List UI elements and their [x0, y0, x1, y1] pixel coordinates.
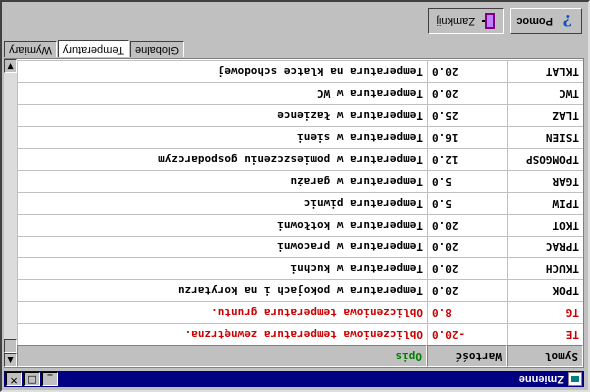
cell-description[interactable]: Temperatura w garażu — [17, 169, 427, 192]
cell-description[interactable]: Obliczeniowa temperatura zewnętrzna. — [17, 323, 427, 345]
scroll-up-arrow-icon[interactable]: ▲ — [4, 353, 17, 367]
help-label: Pomoc — [516, 15, 553, 27]
cell-value[interactable]: 5.0 — [427, 191, 507, 214]
cell-symbol[interactable]: TWC — [507, 82, 583, 105]
table-row[interactable]: TKLAT 20.0 Temperatura na klatce schodowej — [17, 60, 583, 83]
scroll-down-arrow-icon[interactable]: ▼ — [4, 59, 17, 73]
table-row[interactable]: TSIEN 16.0 Temperatura w sieni — [17, 126, 583, 148]
cell-symbol[interactable]: TPIW — [507, 191, 583, 214]
cell-value[interactable]: -20.0 — [427, 323, 507, 345]
app-icon[interactable] — [568, 372, 582, 386]
cell-description[interactable]: Temperatura w pokojach i na korytarzu — [17, 279, 427, 302]
tab-temperatury[interactable]: Temperatury — [57, 40, 129, 57]
cell-value[interactable]: 12.0 — [427, 147, 507, 170]
table-row[interactable]: TKOT 20.0 Temperatura w kotłowni — [17, 213, 583, 236]
cell-value[interactable]: 20.0 — [427, 235, 507, 258]
title-bar[interactable]: Zmienne _ □ ✕ — [4, 371, 584, 387]
vertical-scrollbar[interactable]: ▲ ▼ — [4, 59, 17, 367]
cell-symbol[interactable]: TPRAC — [507, 235, 583, 258]
cell-description[interactable]: Temperatura w łazience — [17, 104, 427, 127]
help-icon: ? — [559, 11, 575, 30]
bottom-toolbar: ? Pomoc Zamknij — [4, 4, 584, 38]
cell-description[interactable]: Temperatura w sieni — [17, 126, 427, 148]
grid-rows: TE -20.0 Obliczeniowa temperatura zewnętrz… — [17, 60, 583, 345]
cell-value[interactable]: 20.0 — [427, 257, 507, 280]
column-header-value[interactable]: Wartość — [427, 345, 507, 367]
cell-description[interactable]: Temperatura w kuchni — [17, 257, 427, 280]
cell-value[interactable]: 16.0 — [427, 126, 507, 148]
cell-symbol[interactable]: TE — [507, 323, 583, 345]
table-row[interactable]: TPOMGOSP 12.0 Temperatura w pomieszczeniu … — [17, 147, 583, 170]
cell-value[interactable]: 25.0 — [427, 104, 507, 127]
table-row[interactable]: TE -20.0 Obliczeniowa temperatura zewnętrz… — [17, 323, 583, 345]
cell-value[interactable]: 20.0 — [427, 279, 507, 302]
tab-wymiary[interactable]: Wymiary — [4, 41, 57, 57]
cell-description[interactable]: Obliczeniowa temperatura gruntu. — [17, 301, 427, 324]
close-button[interactable]: Zamknij — [428, 8, 504, 34]
cell-symbol[interactable]: TLAZ — [507, 104, 583, 127]
table-row[interactable]: TPRAC 20.0 Temperatura w pracowni — [17, 235, 583, 258]
cell-value[interactable]: 5.0 — [427, 169, 507, 192]
cell-value[interactable]: 20.0 — [427, 60, 507, 83]
cell-description[interactable]: Temperatura w WC — [17, 82, 427, 105]
cell-symbol[interactable]: TPOMGOSP — [507, 147, 583, 170]
minimize-button[interactable]: _ — [42, 372, 58, 386]
table-row[interactable]: TPOK 20.0 Temperatura w pokojach i na kory… — [17, 279, 583, 302]
cell-symbol[interactable]: TGAR — [507, 169, 583, 192]
table-row[interactable]: TLAZ 25.0 Temperatura w łazience — [17, 104, 583, 127]
cell-symbol[interactable]: TKLAT — [507, 60, 583, 83]
cell-symbol[interactable]: TKOT — [507, 213, 583, 236]
table-row[interactable]: TPIW 5.0 Temperatura piwnic — [17, 191, 583, 214]
close-label: Zamknij — [436, 15, 475, 27]
tab-strip: Globalne Temperatury Wymiary — [4, 39, 184, 57]
cell-symbol[interactable]: TG — [507, 301, 583, 324]
cell-symbol[interactable]: TSIEN — [507, 126, 583, 148]
help-button[interactable]: ? Pomoc — [510, 8, 582, 34]
cell-symbol[interactable]: TKUCH — [507, 257, 583, 280]
window-title: Zmienne — [518, 373, 564, 385]
cell-value[interactable]: 20.0 — [427, 82, 507, 105]
scroll-thumb[interactable] — [4, 339, 17, 353]
cell-description[interactable]: Temperatura w kotłowni — [17, 213, 427, 236]
window-controls: _ □ ✕ — [6, 372, 60, 386]
variables-window: Zmienne _ □ ✕ Symol Wartość Opis TE -20.0… — [0, 0, 590, 392]
cell-description[interactable]: Temperatura na klatce schodowej — [17, 60, 427, 83]
close-window-button[interactable]: ✕ — [6, 372, 22, 386]
table-row[interactable]: TG 8.0 Obliczeniowa temperatura gruntu. — [17, 301, 583, 324]
cell-value[interactable]: 8.0 — [427, 301, 507, 324]
cell-description[interactable]: Temperatura piwnic — [17, 191, 427, 214]
tab-globalne[interactable]: Globalne — [129, 41, 184, 57]
table-row[interactable]: TGAR 5.0 Temperatura w garażu — [17, 169, 583, 192]
svg-text:?: ? — [563, 12, 572, 30]
table-row[interactable]: TWC 20.0 Temperatura w WC — [17, 82, 583, 105]
column-header-description[interactable]: Opis — [17, 345, 427, 367]
table-row[interactable]: TKUCH 20.0 Temperatura w kuchni — [17, 257, 583, 280]
cell-description[interactable]: Temperatura w pomieszczeniu gospodarczym — [17, 147, 427, 170]
column-header-symbol[interactable]: Symol — [507, 345, 583, 367]
rotated-screen: Zmienne _ □ ✕ Symol Wartość Opis TE -20.0… — [0, 0, 590, 392]
maximize-button[interactable]: □ — [24, 372, 40, 386]
grid-header: Symol Wartość Opis — [17, 345, 583, 367]
door-exit-icon — [481, 12, 497, 30]
cell-description[interactable]: Temperatura w pracowni — [17, 235, 427, 258]
cell-symbol[interactable]: TPOK — [507, 279, 583, 302]
cell-value[interactable]: 20.0 — [427, 213, 507, 236]
variables-grid[interactable]: Symol Wartość Opis TE -20.0 Obliczeniowa t… — [4, 58, 584, 368]
